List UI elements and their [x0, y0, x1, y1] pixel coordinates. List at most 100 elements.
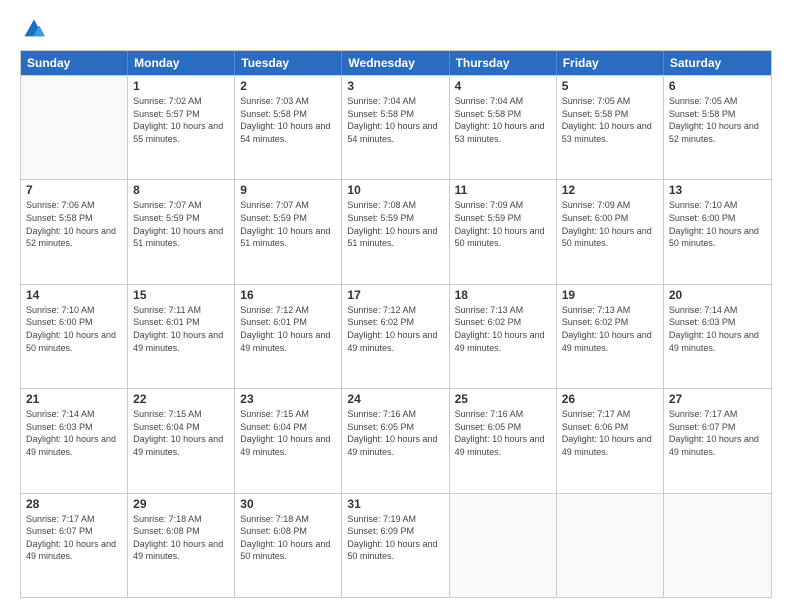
- calendar-cell: 1Sunrise: 7:02 AMSunset: 5:57 PMDaylight…: [128, 76, 235, 179]
- day-number: 25: [455, 392, 551, 406]
- day-info: Sunrise: 7:04 AMSunset: 5:58 PMDaylight:…: [455, 95, 551, 145]
- day-info: Sunrise: 7:10 AMSunset: 6:00 PMDaylight:…: [669, 199, 766, 249]
- calendar-cell: 15Sunrise: 7:11 AMSunset: 6:01 PMDayligh…: [128, 285, 235, 388]
- day-number: 29: [133, 497, 229, 511]
- day-info: Sunrise: 7:09 AMSunset: 5:59 PMDaylight:…: [455, 199, 551, 249]
- calendar-cell: 13 Sunrise: 7:10 AMSunset: 6:00 PMDayligh…: [664, 180, 771, 283]
- calendar-cell: 5 Sunrise: 7:05 AMSunset: 5:58 PMDaylight…: [557, 76, 664, 179]
- calendar-cell: 26 Sunrise: 7:17 AMSunset: 6:06 PMDayligh…: [557, 389, 664, 492]
- calendar-cell: 8 Sunrise: 7:07 AMSunset: 5:59 PMDaylight…: [128, 180, 235, 283]
- day-info: Sunrise: 7:05 AMSunset: 5:58 PMDaylight:…: [562, 95, 658, 145]
- day-info: Sunrise: 7:18 AMSunset: 6:08 PMDaylight:…: [240, 513, 336, 563]
- calendar-cell: 24Sunrise: 7:16 AMSunset: 6:05 PMDayligh…: [342, 389, 449, 492]
- day-info: Sunrise: 7:17 AMSunset: 6:07 PMDaylight:…: [669, 408, 766, 458]
- day-number: 5: [562, 79, 658, 93]
- day-info: Sunrise: 7:18 AMSunset: 6:08 PMDaylight:…: [133, 513, 229, 563]
- day-number: 2: [240, 79, 336, 93]
- day-number: 19: [562, 288, 658, 302]
- weekday-header: Tuesday: [235, 51, 342, 75]
- day-number: 18: [455, 288, 551, 302]
- day-number: 26: [562, 392, 658, 406]
- calendar-cell: 21 Sunrise: 7:14 AMSunset: 6:03 PMDayligh…: [21, 389, 128, 492]
- day-info: Sunrise: 7:14 AMSunset: 6:03 PMDaylight:…: [26, 408, 122, 458]
- day-number: 12: [562, 183, 658, 197]
- calendar-cell: 16 Sunrise: 7:12 AMSunset: 6:01 PMDayligh…: [235, 285, 342, 388]
- calendar-cell: 30 Sunrise: 7:18 AMSunset: 6:08 PMDayligh…: [235, 494, 342, 597]
- calendar-cell: 14 Sunrise: 7:10 AMSunset: 6:00 PMDayligh…: [21, 285, 128, 388]
- day-info: Sunrise: 7:12 AMSunset: 6:01 PMDaylight:…: [240, 304, 336, 354]
- day-number: 17: [347, 288, 443, 302]
- calendar-cell: 25 Sunrise: 7:16 AMSunset: 6:05 PMDayligh…: [450, 389, 557, 492]
- day-info: Sunrise: 7:14 AMSunset: 6:03 PMDaylight:…: [669, 304, 766, 354]
- calendar-week-row: 28 Sunrise: 7:17 AMSunset: 6:07 PMDayligh…: [21, 493, 771, 597]
- calendar-cell: 4 Sunrise: 7:04 AMSunset: 5:58 PMDaylight…: [450, 76, 557, 179]
- weekday-header: Saturday: [664, 51, 771, 75]
- weekday-header: Friday: [557, 51, 664, 75]
- day-number: 27: [669, 392, 766, 406]
- day-number: 10: [347, 183, 443, 197]
- day-info: Sunrise: 7:03 AMSunset: 5:58 PMDaylight:…: [240, 95, 336, 145]
- calendar-cell: 31 Sunrise: 7:19 AMSunset: 6:09 PMDayligh…: [342, 494, 449, 597]
- day-info: Sunrise: 7:19 AMSunset: 6:09 PMDaylight:…: [347, 513, 443, 563]
- day-number: 30: [240, 497, 336, 511]
- header: [20, 18, 772, 40]
- page: SundayMondayTuesdayWednesdayThursdayFrid…: [0, 0, 792, 612]
- calendar-cell: 23 Sunrise: 7:15 AMSunset: 6:04 PMDayligh…: [235, 389, 342, 492]
- calendar: SundayMondayTuesdayWednesdayThursdayFrid…: [20, 50, 772, 598]
- day-number: 23: [240, 392, 336, 406]
- day-info: Sunrise: 7:04 AMSunset: 5:58 PMDaylight:…: [347, 95, 443, 145]
- calendar-cell: [450, 494, 557, 597]
- day-number: 28: [26, 497, 122, 511]
- calendar-cell: 20 Sunrise: 7:14 AMSunset: 6:03 PMDayligh…: [664, 285, 771, 388]
- day-number: 3: [347, 79, 443, 93]
- calendar-cell: 12 Sunrise: 7:09 AMSunset: 6:00 PMDayligh…: [557, 180, 664, 283]
- day-number: 31: [347, 497, 443, 511]
- weekday-header: Sunday: [21, 51, 128, 75]
- calendar-cell: 19 Sunrise: 7:13 AMSunset: 6:02 PMDayligh…: [557, 285, 664, 388]
- day-info: Sunrise: 7:17 AMSunset: 6:06 PMDaylight:…: [562, 408, 658, 458]
- calendar-cell: 11 Sunrise: 7:09 AMSunset: 5:59 PMDayligh…: [450, 180, 557, 283]
- calendar-cell: [21, 76, 128, 179]
- weekday-header: Thursday: [450, 51, 557, 75]
- calendar-cell: 6 Sunrise: 7:05 AMSunset: 5:58 PMDaylight…: [664, 76, 771, 179]
- calendar-week-row: 7Sunrise: 7:06 AMSunset: 5:58 PMDaylight…: [21, 179, 771, 283]
- day-number: 7: [26, 183, 122, 197]
- calendar-cell: 3 Sunrise: 7:04 AMSunset: 5:58 PMDaylight…: [342, 76, 449, 179]
- calendar-cell: [557, 494, 664, 597]
- day-number: 11: [455, 183, 551, 197]
- calendar-cell: 2 Sunrise: 7:03 AMSunset: 5:58 PMDaylight…: [235, 76, 342, 179]
- day-info: Sunrise: 7:10 AMSunset: 6:00 PMDaylight:…: [26, 304, 122, 354]
- day-info: Sunrise: 7:05 AMSunset: 5:58 PMDaylight:…: [669, 95, 766, 145]
- day-number: 8: [133, 183, 229, 197]
- calendar-cell: 18Sunrise: 7:13 AMSunset: 6:02 PMDayligh…: [450, 285, 557, 388]
- calendar-week-row: 1Sunrise: 7:02 AMSunset: 5:57 PMDaylight…: [21, 75, 771, 179]
- day-number: 4: [455, 79, 551, 93]
- calendar-cell: 27 Sunrise: 7:17 AMSunset: 6:07 PMDayligh…: [664, 389, 771, 492]
- calendar-cell: 22Sunrise: 7:15 AMSunset: 6:04 PMDayligh…: [128, 389, 235, 492]
- day-number: 15: [133, 288, 229, 302]
- day-info: Sunrise: 7:13 AMSunset: 6:02 PMDaylight:…: [562, 304, 658, 354]
- calendar-body: 1Sunrise: 7:02 AMSunset: 5:57 PMDaylight…: [21, 75, 771, 597]
- day-number: 9: [240, 183, 336, 197]
- day-number: 24: [347, 392, 443, 406]
- logo: [20, 18, 45, 40]
- day-number: 14: [26, 288, 122, 302]
- day-number: 13: [669, 183, 766, 197]
- day-number: 20: [669, 288, 766, 302]
- day-info: Sunrise: 7:16 AMSunset: 6:05 PMDaylight:…: [455, 408, 551, 458]
- day-info: Sunrise: 7:15 AMSunset: 6:04 PMDaylight:…: [240, 408, 336, 458]
- day-info: Sunrise: 7:09 AMSunset: 6:00 PMDaylight:…: [562, 199, 658, 249]
- calendar-cell: 10Sunrise: 7:08 AMSunset: 5:59 PMDayligh…: [342, 180, 449, 283]
- logo-icon: [23, 18, 45, 40]
- weekday-header: Monday: [128, 51, 235, 75]
- day-info: Sunrise: 7:17 AMSunset: 6:07 PMDaylight:…: [26, 513, 122, 563]
- day-number: 16: [240, 288, 336, 302]
- day-info: Sunrise: 7:02 AMSunset: 5:57 PMDaylight:…: [133, 95, 229, 145]
- calendar-cell: [664, 494, 771, 597]
- day-info: Sunrise: 7:07 AMSunset: 5:59 PMDaylight:…: [133, 199, 229, 249]
- day-number: 22: [133, 392, 229, 406]
- day-number: 21: [26, 392, 122, 406]
- calendar-cell: 29 Sunrise: 7:18 AMSunset: 6:08 PMDayligh…: [128, 494, 235, 597]
- day-number: 6: [669, 79, 766, 93]
- weekday-header: Wednesday: [342, 51, 449, 75]
